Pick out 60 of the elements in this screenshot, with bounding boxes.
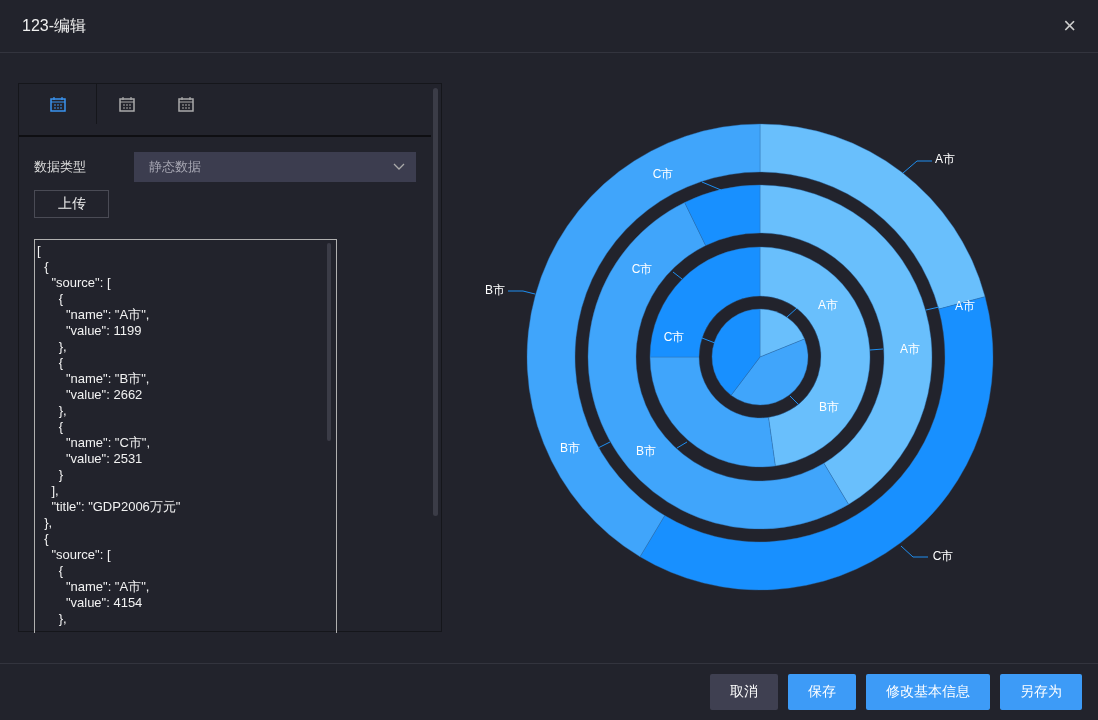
data-type-label: 数据类型 bbox=[34, 158, 87, 176]
code-line: "name": "A市", bbox=[64, 579, 151, 595]
slice-label: C市 bbox=[631, 262, 653, 276]
code-line: }, bbox=[57, 403, 68, 419]
footer-button[interactable]: 取消 bbox=[710, 674, 778, 710]
slice-label: A市 bbox=[900, 342, 920, 356]
code-line: "name": "C市", bbox=[64, 435, 152, 451]
data-type-select[interactable]: 静态数据 bbox=[134, 152, 416, 182]
leader-line bbox=[900, 545, 929, 558]
slice-label: B市 bbox=[819, 400, 839, 414]
slice-label: C市 bbox=[663, 330, 685, 344]
slice-label: B市 bbox=[636, 444, 656, 458]
code-line: }, bbox=[57, 611, 68, 627]
close-button[interactable]: × bbox=[1059, 13, 1080, 39]
code-line: "title": "GDP2006万元" bbox=[50, 499, 182, 515]
code-line: [ bbox=[37, 243, 42, 259]
code-line: "value": 4154 bbox=[64, 595, 144, 611]
code-line: { bbox=[57, 419, 64, 435]
code-line: { bbox=[57, 291, 64, 307]
code-line: ], bbox=[50, 483, 60, 499]
slice-label: C市 bbox=[932, 549, 954, 563]
code-line: "name": "B市", bbox=[64, 371, 151, 387]
code-line: { bbox=[57, 355, 64, 371]
leader-line bbox=[925, 306, 940, 311]
code-line: "name": "A市", bbox=[64, 307, 151, 323]
leader-line bbox=[597, 441, 611, 449]
code-line: { bbox=[43, 531, 50, 547]
code-line: "value": 2662 bbox=[64, 387, 144, 403]
leader-line bbox=[672, 271, 683, 280]
upload-button[interactable]: 上传 bbox=[34, 190, 109, 218]
calendar-icon bbox=[177, 96, 194, 112]
code-line: "source": [ bbox=[50, 275, 112, 291]
code-line: "value": 1199 bbox=[64, 323, 143, 339]
leader-line bbox=[869, 348, 884, 351]
leader-line bbox=[789, 395, 800, 406]
code-line: } bbox=[57, 467, 64, 483]
chevron-down-icon bbox=[393, 163, 405, 171]
leader-line bbox=[701, 181, 722, 191]
calendar-icon bbox=[118, 96, 135, 112]
slice-label: A市 bbox=[818, 298, 838, 312]
leader-line bbox=[676, 441, 688, 449]
leader-line bbox=[902, 160, 933, 174]
scrollbar[interactable] bbox=[433, 88, 438, 516]
code-editor[interactable]: [ { "source": [ { "name": "A市", "value": 1199 }, { "name": "B市", "value": 2662 }, { "name": "C市", "value": 2531 } ], "title": "GDP2006万元" }, { "source": [ { "name": "A市", "value": 4154 }, bbox=[34, 239, 337, 633]
code-line: { bbox=[57, 563, 64, 579]
window-title: 123-编辑 bbox=[22, 15, 87, 36]
slice-label: B市 bbox=[560, 441, 580, 455]
slice-label: B市 bbox=[485, 283, 505, 297]
leader-line bbox=[701, 337, 716, 344]
slice-label: A市 bbox=[955, 299, 975, 313]
slice-label: C市 bbox=[652, 167, 674, 181]
code-line: }, bbox=[57, 339, 68, 355]
code-line: "value": 2531 bbox=[64, 451, 144, 467]
code-line: "source": [ bbox=[50, 547, 112, 563]
code-line: { bbox=[43, 259, 50, 275]
slice-label: A市 bbox=[935, 152, 955, 166]
calendar-icon bbox=[49, 96, 66, 112]
code-line: }, bbox=[43, 515, 54, 531]
leader-line bbox=[786, 307, 798, 318]
leader-line bbox=[507, 290, 536, 295]
